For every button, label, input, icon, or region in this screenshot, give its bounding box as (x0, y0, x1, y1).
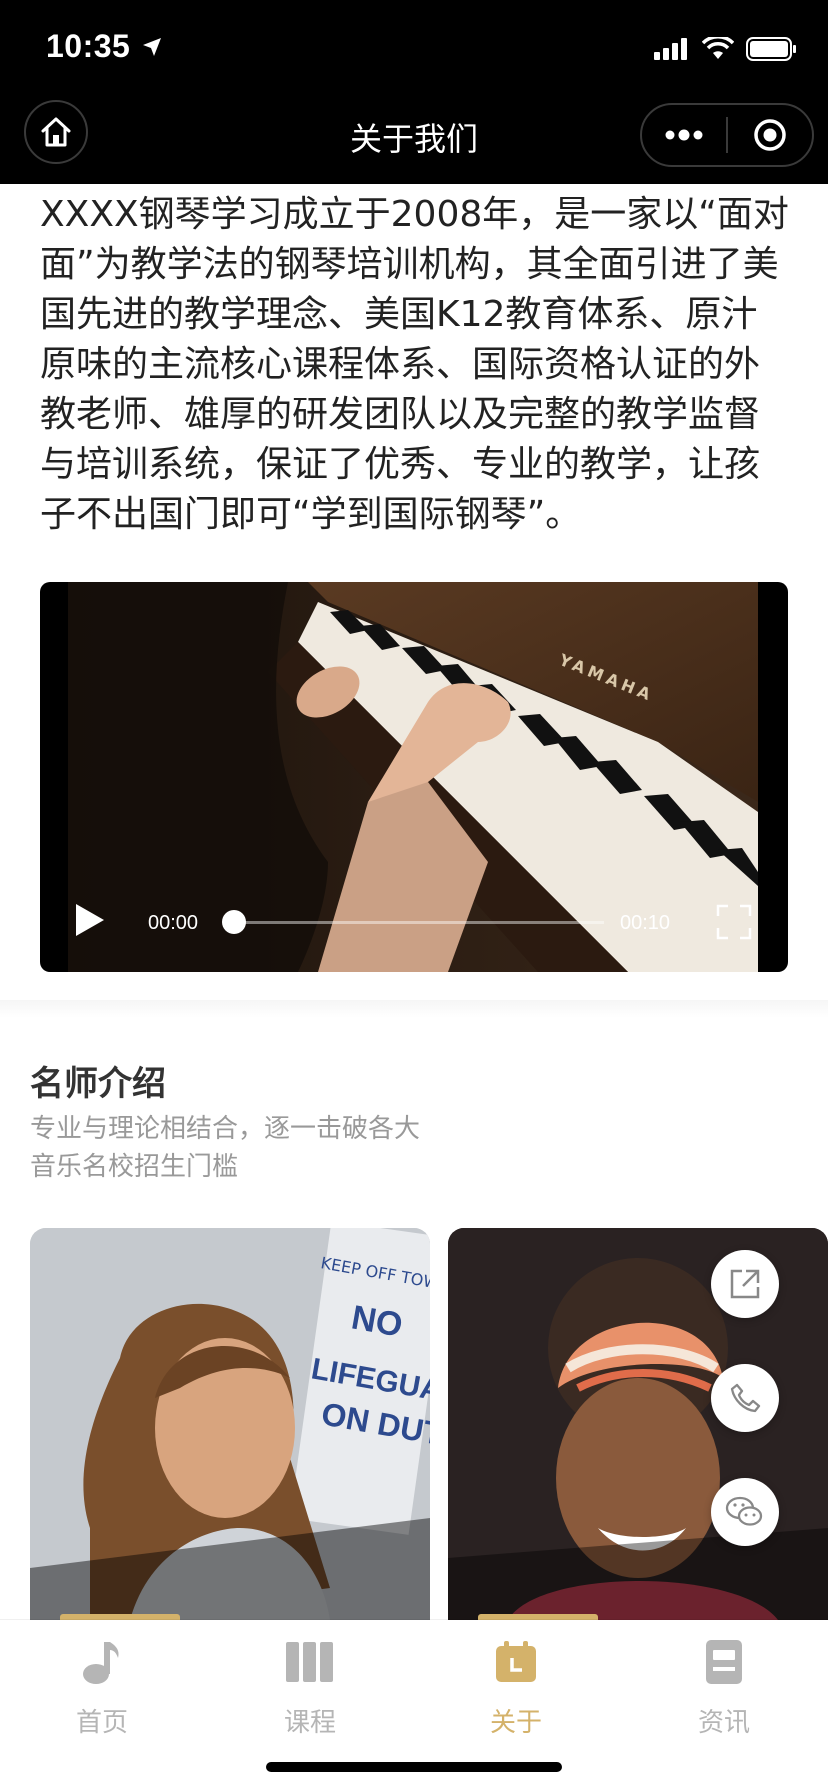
teachers-title: 名师介绍 (30, 1064, 166, 1104)
close-button[interactable] (728, 105, 812, 165)
play-button[interactable] (74, 902, 106, 942)
section-separator (0, 1000, 828, 1018)
progress-knob[interactable] (222, 910, 246, 934)
calendar-icon (436, 1636, 596, 1688)
tab-label: 首页 (75, 1708, 128, 1738)
status-time: 10:35 (46, 28, 131, 64)
tab-label: 资讯 (697, 1708, 750, 1738)
more-button[interactable] (642, 105, 726, 165)
tab-courses[interactable]: 课程 (230, 1636, 390, 1739)
teacher-photo: KEEP OFF TOWER NO LIFEGUARD ON DUTY (30, 1228, 430, 1620)
target-close-icon (754, 119, 786, 151)
teacher-card[interactable]: KEEP OFF TOWER NO LIFEGUARD ON DUTY (30, 1228, 430, 1620)
fullscreen-icon (716, 904, 752, 940)
wifi-icon (702, 37, 734, 59)
play-icon (76, 904, 104, 936)
share-button[interactable] (711, 1250, 779, 1318)
video-player[interactable]: YAMAHA 00:00 00:10 (40, 582, 788, 972)
phone-button[interactable] (711, 1364, 779, 1432)
tab-label: 课程 (283, 1708, 336, 1738)
progress-track[interactable] (232, 921, 604, 924)
teachers-subtitle-line2: 音乐名校招生门槛 (30, 1152, 239, 1182)
total-time: 00:10 (620, 912, 671, 934)
location-arrow-icon (141, 36, 163, 62)
current-time: 00:00 (148, 912, 199, 934)
teachers-subtitle: 专业与理论相结合，逐一击破各大 音乐名校招生门槛 (30, 1110, 470, 1186)
fullscreen-button[interactable] (716, 904, 752, 944)
status-icons (654, 36, 798, 62)
books-icon (230, 1636, 390, 1688)
music-note-icon (22, 1636, 182, 1688)
top-bar: 10:35 关于我们 (0, 0, 828, 184)
share-icon (730, 1269, 760, 1299)
tab-news[interactable]: 资讯 (644, 1636, 804, 1739)
news-icon (644, 1636, 804, 1688)
phone-icon (730, 1383, 761, 1413)
tab-home[interactable]: 首页 (22, 1636, 182, 1739)
mini-program-capsule (640, 103, 814, 167)
teachers-subtitle-line1: 专业与理论相结合，逐一击破各大 (30, 1114, 421, 1144)
tab-about[interactable]: 关于 (436, 1636, 596, 1739)
signal-icon (654, 38, 687, 60)
wechat-icon (725, 1496, 763, 1526)
home-indicator (266, 1762, 562, 1772)
wechat-button[interactable] (711, 1478, 779, 1546)
intro-text: XXXX钢琴学习成立于2008年，是一家以“面对面”为教学法的钢琴培训机构，其全… (40, 194, 789, 535)
battery-icon (746, 37, 796, 61)
more-dots-icon (665, 129, 703, 141)
tab-label: 关于 (489, 1708, 542, 1738)
